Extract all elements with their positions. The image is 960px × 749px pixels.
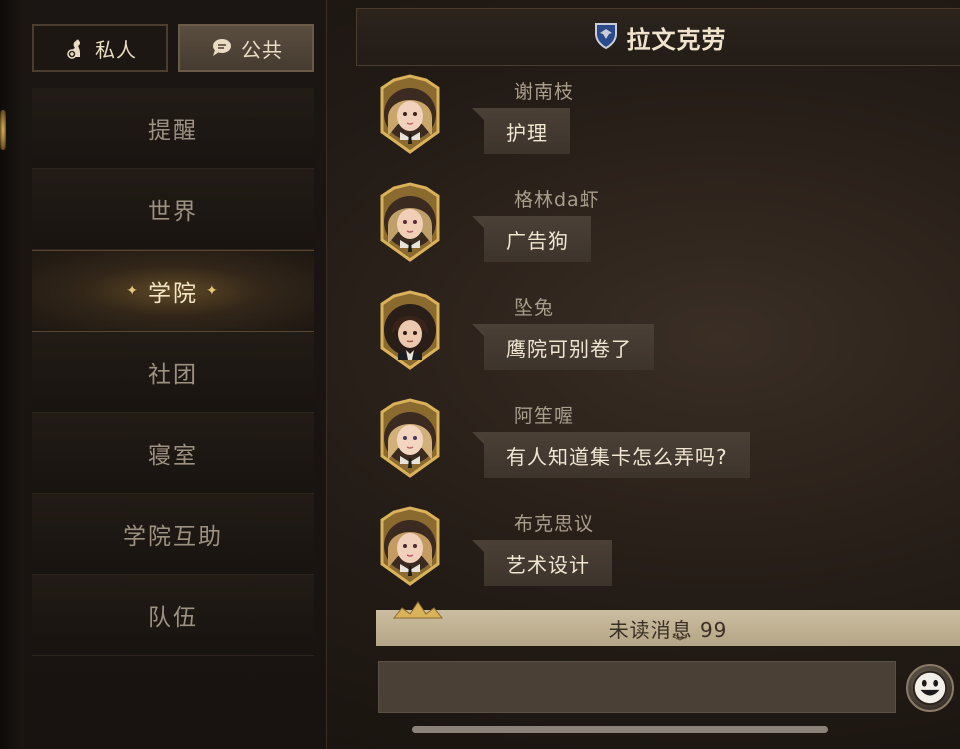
- message-bubble: 鹰院可别卷了: [472, 324, 654, 370]
- female-blonde-avatar[interactable]: [374, 398, 446, 478]
- sender-name: 格林da虾: [514, 189, 600, 211]
- chat-message: 格林da虾 广告狗: [356, 182, 960, 282]
- tab-public-label: 公共: [241, 37, 283, 62]
- chat-message: 布克思议 艺术设计: [356, 506, 960, 606]
- sender-name: 布克思议: [514, 513, 595, 535]
- channel-sidebar: 私人 公共 提醒 世界 ✦ 学院 ✦ 社团 寝室 学院互助 队伍: [24, 0, 327, 749]
- message-bubble: 艺术设计: [472, 540, 612, 586]
- sparkle-icon: ✦: [126, 283, 140, 299]
- sender-name: 坠兔: [514, 297, 555, 319]
- message-bubble: 广告狗: [472, 216, 591, 262]
- sidebar-item-team[interactable]: 队伍: [32, 575, 314, 656]
- chat-message: 阿笙喔 有人知道集卡怎么弄吗?: [356, 398, 960, 498]
- sidebar-item-house-help[interactable]: 学院互助: [32, 494, 314, 575]
- tab-private-label: 私人: [95, 37, 137, 62]
- sidebar-item-world[interactable]: 世界: [32, 169, 314, 250]
- tab-public[interactable]: 公共: [178, 24, 314, 72]
- sidebar-item-label: 寝室: [148, 443, 198, 469]
- sidebar-item-club[interactable]: 社团: [32, 332, 314, 413]
- sidebar-item-label: 提醒: [148, 118, 198, 144]
- sidebar-item-reminder[interactable]: 提醒: [32, 88, 314, 169]
- public-chat-icon: [209, 36, 233, 60]
- sparkle-icon: ✦: [206, 283, 220, 299]
- sidebar-item-label: 学院: [148, 281, 198, 307]
- gold-ornament-icon: [0, 110, 6, 150]
- sidebar-item-dorm[interactable]: 寝室: [32, 413, 314, 494]
- male-dark-hair-avatar[interactable]: [374, 290, 446, 370]
- channel-list: 提醒 世界 ✦ 学院 ✦ 社团 寝室 学院互助 队伍: [32, 88, 314, 656]
- smiley-icon: [912, 670, 948, 706]
- sidebar-item-house[interactable]: ✦ 学院 ✦: [32, 250, 314, 332]
- chat-message: 坠兔 鹰院可别卷了: [356, 290, 960, 390]
- chat-type-tabs: 私人 公共: [32, 24, 320, 74]
- channel-title: 拉文克劳: [626, 25, 727, 54]
- message-bubble: 有人知道集卡怎么弄吗?: [472, 432, 750, 478]
- sidebar-item-label: 世界: [148, 199, 198, 225]
- message-list[interactable]: 谢南枝 护理 格林da虾 广告狗 坠兔 鹰院可别卷了 阿笙喔 有人知道集卡怎么弄…: [356, 66, 960, 608]
- unread-count-label: 未读消息 99: [608, 617, 728, 642]
- sidebar-item-label: 社团: [148, 362, 198, 388]
- tab-private[interactable]: 私人: [32, 24, 168, 72]
- sender-name: 阿笙喔: [514, 405, 575, 427]
- chat-message: 谢南枝 护理: [356, 74, 960, 174]
- chevron-down-icon: ︾: [672, 632, 690, 651]
- home-indicator[interactable]: [412, 726, 828, 733]
- sidebar-item-label: 学院互助: [123, 524, 223, 550]
- left-edge-decoration: [0, 0, 24, 749]
- message-input[interactable]: [378, 661, 896, 713]
- female-blonde-avatar[interactable]: [374, 182, 446, 262]
- message-bubble: 护理: [472, 108, 570, 154]
- avatar-crown-icon: [392, 601, 444, 619]
- ravenclaw-crest-icon: [591, 20, 621, 54]
- emoji-button[interactable]: [906, 664, 954, 712]
- female-blonde-avatar[interactable]: [374, 506, 446, 586]
- chat-header: 拉文克劳: [356, 8, 960, 66]
- sender-name: 谢南枝: [514, 81, 575, 103]
- sidebar-item-label: 队伍: [148, 605, 198, 631]
- unread-messages-banner[interactable]: 未读消息 99 ︾: [376, 601, 960, 651]
- female-blonde-avatar[interactable]: [374, 74, 446, 154]
- private-chat-icon: [63, 36, 87, 60]
